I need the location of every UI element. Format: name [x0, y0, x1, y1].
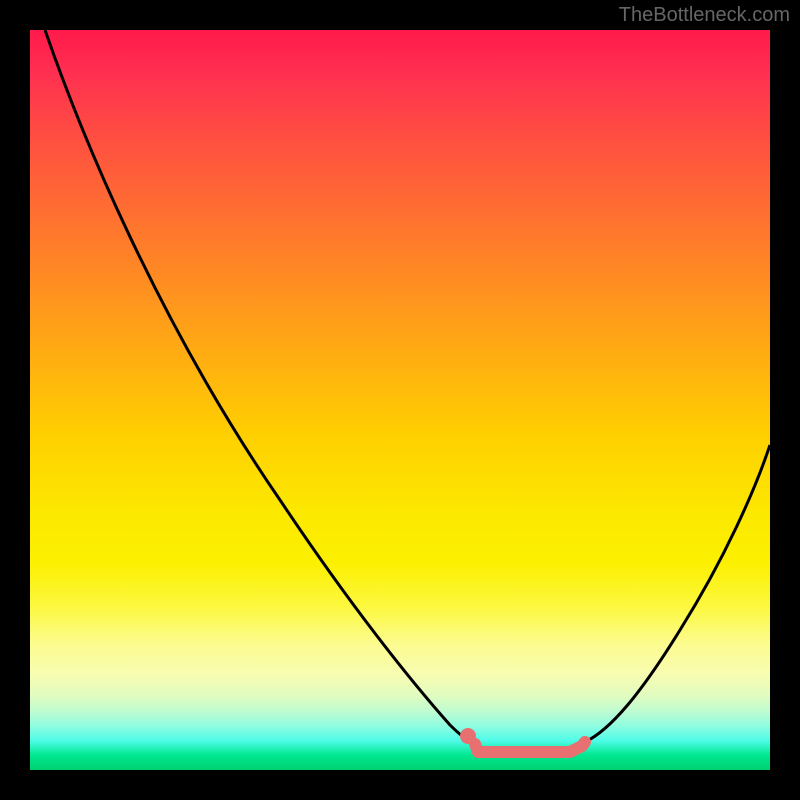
- curve-right-branch: [585, 445, 770, 742]
- curve-left-branch: [45, 30, 475, 744]
- chart-container: TheBottleneck.com: [0, 0, 800, 800]
- best-fit-dot: [460, 728, 476, 744]
- bottleneck-curve-svg: [30, 30, 770, 770]
- best-fit-segment: [475, 742, 585, 752]
- plot-area: [30, 30, 770, 770]
- watermark-text: TheBottleneck.com: [619, 4, 790, 27]
